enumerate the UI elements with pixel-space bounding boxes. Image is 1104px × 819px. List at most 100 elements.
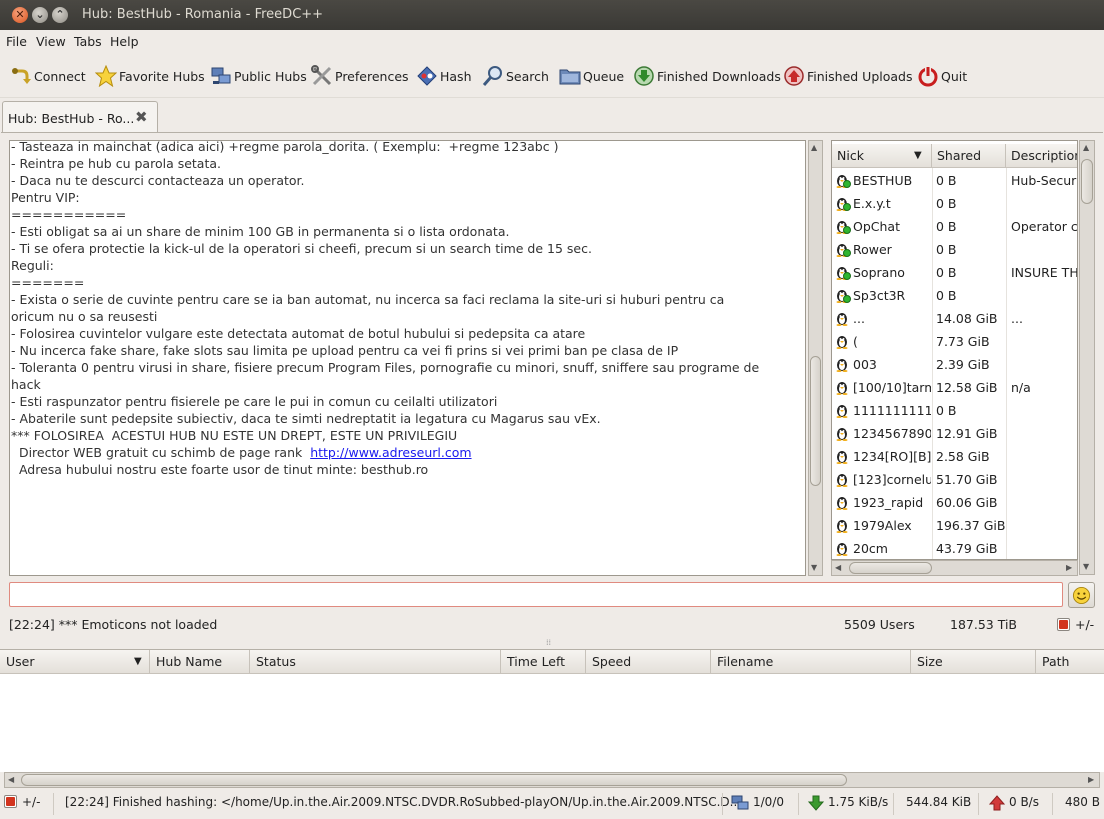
user-icon xyxy=(836,428,848,441)
hash-icon xyxy=(417,66,437,86)
director-link[interactable]: http://www.adreseurl.com xyxy=(310,445,471,460)
column-description[interactable]: Description xyxy=(1006,144,1077,168)
pane-divider[interactable]: ⁞⁞ xyxy=(0,638,1104,649)
transfers-list[interactable]: User ▼ Hub Name Status Time Left Speed Filenam… xyxy=(0,649,1104,772)
menu-file[interactable]: File xyxy=(6,34,27,49)
user-nick: Soprano xyxy=(853,265,905,280)
user-row[interactable]: Sp3ct3R 0 B xyxy=(832,284,1077,307)
user-list[interactable]: Nick ▼ Shared Description BESTHUB 0 B Hub-… xyxy=(831,140,1078,560)
user-list-hscrollbar[interactable]: ◀ ▶ xyxy=(831,560,1078,576)
user-count: 5509 Users xyxy=(844,617,915,632)
chat-line: - Tasteaza in mainchat (adica aici) +reg… xyxy=(11,140,559,154)
user-row[interactable]: ... 14.08 GiB... xyxy=(832,307,1077,330)
chat-scroll-thumb[interactable] xyxy=(810,356,821,486)
user-shared: 12.91 GiB xyxy=(936,426,998,441)
transfers-column[interactable]: Hub Name xyxy=(150,650,250,674)
transfers-column[interactable]: User ▼ xyxy=(0,650,150,674)
chat-input[interactable] xyxy=(9,582,1063,607)
menu-help[interactable]: Help xyxy=(110,34,139,49)
column-shared[interactable]: Shared xyxy=(932,144,1006,168)
transfers-column[interactable]: Time Left xyxy=(501,650,586,674)
scroll-left-icon[interactable]: ◀ xyxy=(835,563,841,572)
user-row[interactable]: 1923_rapid 60.06 GiB xyxy=(832,491,1077,514)
user-row[interactable]: [123]cornelus 51.70 GiB xyxy=(832,468,1077,491)
close-window-button[interactable]: ✕ xyxy=(12,7,28,23)
user-row[interactable]: (7.73 GiB xyxy=(832,330,1077,353)
menu-tabs[interactable]: Tabs xyxy=(74,34,102,49)
scroll-right-icon[interactable]: ▶ xyxy=(1066,563,1072,572)
user-shared: 60.06 GiB xyxy=(936,495,998,510)
favorite-hubs-button[interactable]: Favorite Hubs xyxy=(95,64,205,88)
user-row[interactable]: 1234[RO][B][2.58 GiB xyxy=(832,445,1077,468)
column-nick[interactable]: Nick ▼ xyxy=(832,144,932,168)
user-row[interactable]: Rower 0 B xyxy=(832,238,1077,261)
user-list-hscroll-thumb[interactable] xyxy=(849,562,932,574)
scroll-down-icon[interactable]: ▼ xyxy=(1083,562,1089,571)
downloaded-amount: 544.84 KiB xyxy=(906,795,972,809)
user-row[interactable]: 1111111111 0 B xyxy=(832,399,1077,422)
transfers-toggle-checkbox[interactable] xyxy=(4,795,17,808)
user-row[interactable]: 1979Alex 196.37 GiB xyxy=(832,514,1077,537)
scroll-right-icon[interactable]: ▶ xyxy=(1088,775,1094,784)
transfers-column[interactable]: Path xyxy=(1036,650,1104,674)
chat-line: - Daca nu te descurci contacteaza un ope… xyxy=(11,173,305,188)
scroll-up-icon[interactable]: ▲ xyxy=(1083,143,1089,152)
user-row[interactable]: 003 2.39 GiB xyxy=(832,353,1077,376)
status-message: [22:24] Finished hashing: </home/Up.in.t… xyxy=(65,795,742,809)
userlist-toggle-checkbox[interactable] xyxy=(1057,618,1070,631)
close-tab-icon[interactable]: ✖ xyxy=(135,108,148,126)
user-icon xyxy=(836,405,848,418)
chat-log[interactable]: - Tasteaza in mainchat (adica aici) +reg… xyxy=(9,140,806,576)
finished-downloads-label: Finished Downloads xyxy=(657,68,781,84)
connect-button[interactable]: Connect xyxy=(10,64,86,88)
tab-hub-besthub[interactable]: Hub: BestHub - Ro... ✖ xyxy=(2,101,158,133)
user-icon xyxy=(836,359,848,372)
user-nick: ... xyxy=(853,311,865,326)
user-shared: 51.70 GiB xyxy=(936,472,998,487)
search-button[interactable]: Search xyxy=(482,64,549,88)
user-shared: 7.73 GiB xyxy=(936,334,990,349)
chat-line: - Ti se ofera protectie la kick-ul de la… xyxy=(11,241,592,256)
user-list-vscroll-thumb[interactable] xyxy=(1081,159,1093,204)
hash-button[interactable]: Hash xyxy=(416,64,472,88)
transfers-column[interactable]: Size xyxy=(911,650,1036,674)
scroll-left-icon[interactable]: ◀ xyxy=(8,775,14,784)
user-row[interactable]: E.x.y.t 0 B xyxy=(832,192,1077,215)
scroll-up-icon[interactable]: ▲ xyxy=(811,143,817,152)
finished-downloads-button[interactable]: Finished Downloads xyxy=(633,64,781,88)
user-shared: 0 B xyxy=(936,288,957,303)
toolbar: Connect Favorite Hubs Public Hubs Prefer… xyxy=(0,54,1104,98)
minimize-window-button[interactable]: ⌄ xyxy=(32,7,48,23)
transfers-hscroll-thumb[interactable] xyxy=(21,774,847,786)
quit-button[interactable]: Quit xyxy=(917,64,967,88)
preferences-button[interactable]: Preferences xyxy=(311,64,409,88)
transfers-column[interactable]: Speed xyxy=(586,650,711,674)
user-row[interactable]: BESTHUB 0 B Hub-Securit xyxy=(832,169,1077,192)
transfers-hscrollbar[interactable]: ◀ ▶ xyxy=(4,772,1100,788)
transfers-column[interactable]: Filename xyxy=(711,650,911,674)
download-speed: 1.75 KiB/s xyxy=(828,795,889,809)
public-hubs-button[interactable]: Public Hubs xyxy=(210,64,307,88)
download-icon xyxy=(634,66,654,86)
user-list-vscrollbar[interactable]: ▲ ▼ xyxy=(1079,140,1095,575)
user-row[interactable]: Soprano 0 B INSURE THE xyxy=(832,261,1077,284)
queue-button[interactable]: Queue xyxy=(559,64,624,88)
user-shared: 12.58 GiB xyxy=(936,380,998,395)
chat-scrollbar[interactable]: ▲ ▼ xyxy=(808,140,823,576)
user-description xyxy=(1011,445,1077,468)
maximize-window-button[interactable]: ⌃ xyxy=(52,7,68,23)
user-row[interactable]: 1234567890 12.91 GiB xyxy=(832,422,1077,445)
finished-uploads-button[interactable]: Finished Uploads xyxy=(783,64,913,88)
menu-view[interactable]: View xyxy=(36,34,66,49)
user-row[interactable]: OpChat 0 B Operator ch xyxy=(832,215,1077,238)
transfers-column[interactable]: Status xyxy=(250,650,501,674)
user-row[interactable]: 20cm 43.79 GiB xyxy=(832,537,1077,559)
scroll-down-icon[interactable]: ▼ xyxy=(811,563,817,572)
user-nick: 20cm xyxy=(853,541,888,556)
download-arrow-icon xyxy=(807,795,825,811)
user-row[interactable]: [100/10]tarm 12.58 GiB n/a xyxy=(832,376,1077,399)
emoticon-button[interactable] xyxy=(1068,582,1095,608)
transfers-column-label: User xyxy=(6,654,35,669)
user-description xyxy=(1011,330,1077,353)
user-shared: 43.79 GiB xyxy=(936,541,998,556)
